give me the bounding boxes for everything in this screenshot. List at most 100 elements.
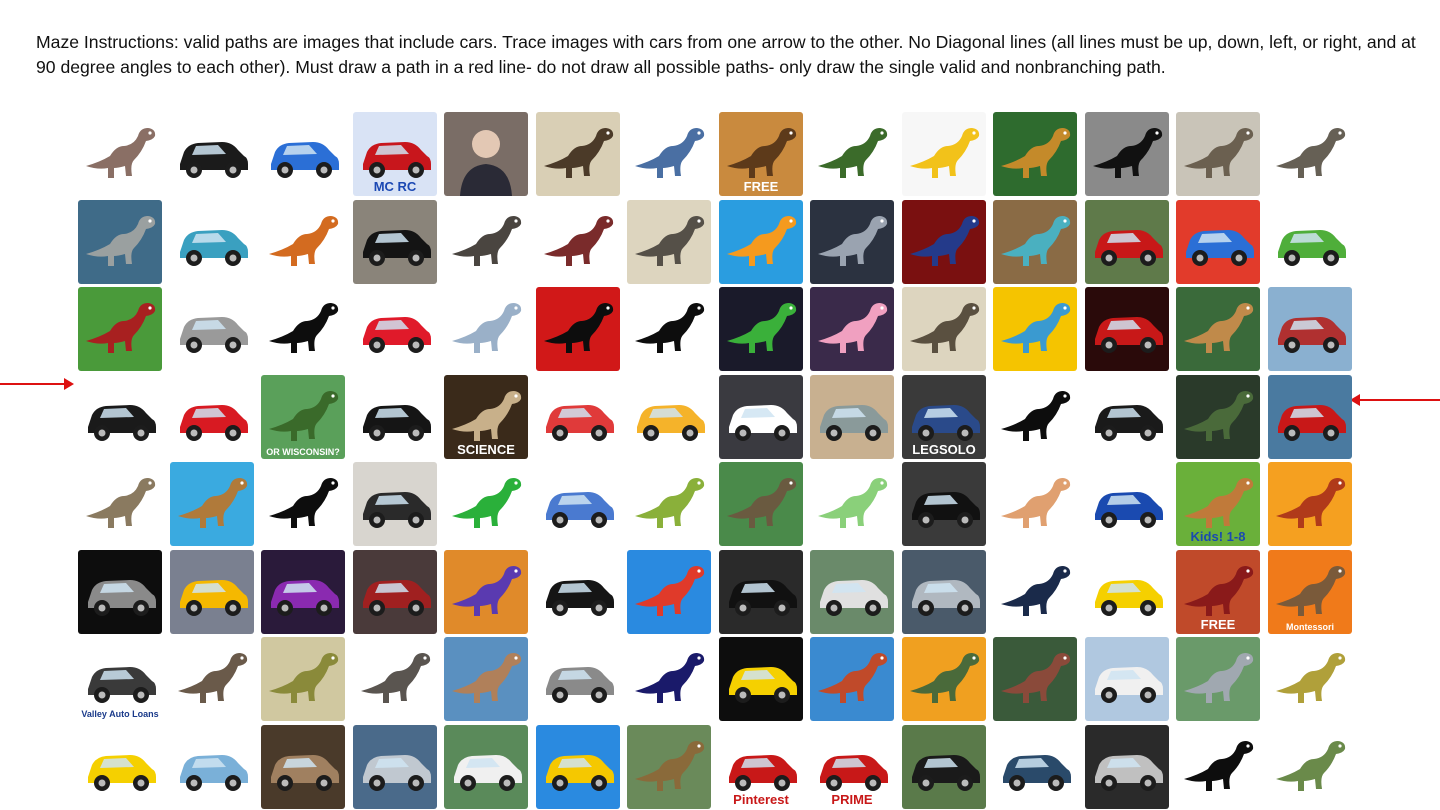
- dinosaur-tile-r0-c10[interactable]: [993, 112, 1077, 196]
- dinosaur-tile-r6-c3[interactable]: [353, 637, 437, 721]
- car-tile-r7-c3[interactable]: [353, 725, 437, 809]
- car-tile-r2-c3[interactable]: [353, 287, 437, 371]
- dinosaur-tile-r1-c2[interactable]: [261, 200, 345, 284]
- car-tile-r1-c13[interactable]: [1268, 200, 1352, 284]
- car-tile-r5-c1[interactable]: [170, 550, 254, 634]
- car-tile-r4-c9[interactable]: [902, 462, 986, 546]
- dinosaur-tile-r6-c13[interactable]: [1268, 637, 1352, 721]
- dinosaur-tile-r0-c0[interactable]: [78, 112, 162, 196]
- dinosaur-tile-r5-c13[interactable]: Montessori: [1268, 550, 1352, 634]
- dinosaur-tile-r4-c13[interactable]: [1268, 462, 1352, 546]
- dinosaur-tile-r2-c2[interactable]: [261, 287, 345, 371]
- dinosaur-tile-r3-c10[interactable]: [993, 375, 1077, 459]
- car-tile-r6-c5[interactable]: [536, 637, 620, 721]
- car-tile-r1-c12[interactable]: [1176, 200, 1260, 284]
- dinosaur-tile-r7-c13[interactable]: [1268, 725, 1352, 809]
- car-tile-r5-c5[interactable]: [536, 550, 620, 634]
- car-tile-r1-c3[interactable]: [353, 200, 437, 284]
- dinosaur-tile-r6-c6[interactable]: [627, 637, 711, 721]
- dinosaur-tile-r2-c10[interactable]: [993, 287, 1077, 371]
- dinosaur-tile-r0-c11[interactable]: [1085, 112, 1169, 196]
- car-tile-r3-c9[interactable]: LEGSOLO: [902, 375, 986, 459]
- car-tile-r5-c9[interactable]: [902, 550, 986, 634]
- car-tile-r3-c7[interactable]: [719, 375, 803, 459]
- car-tile-r5-c2[interactable]: [261, 550, 345, 634]
- dinosaur-tile-r1-c10[interactable]: [993, 200, 1077, 284]
- car-tile-r3-c6[interactable]: [627, 375, 711, 459]
- dinosaur-tile-r6-c9[interactable]: [902, 637, 986, 721]
- dinosaur-tile-r0-c7[interactable]: FREE: [719, 112, 803, 196]
- dinosaur-tile-r6-c1[interactable]: [170, 637, 254, 721]
- dinosaur-tile-r1-c8[interactable]: [810, 200, 894, 284]
- dinosaur-tile-r0-c12[interactable]: [1176, 112, 1260, 196]
- dinosaur-tile-r4-c12[interactable]: Kids! 1-8: [1176, 462, 1260, 546]
- dinosaur-tile-r2-c7[interactable]: [719, 287, 803, 371]
- car-tile-r7-c10[interactable]: [993, 725, 1077, 809]
- car-tile-r7-c11[interactable]: [1085, 725, 1169, 809]
- car-tile-r7-c8[interactable]: PRIME: [810, 725, 894, 809]
- car-tile-r3-c0[interactable]: [78, 375, 162, 459]
- car-tile-r4-c11[interactable]: [1085, 462, 1169, 546]
- car-tile-r5-c8[interactable]: [810, 550, 894, 634]
- car-tile-r0-c2[interactable]: [261, 112, 345, 196]
- dinosaur-tile-r6-c8[interactable]: [810, 637, 894, 721]
- car-tile-r2-c13[interactable]: [1268, 287, 1352, 371]
- car-tile-r2-c11[interactable]: [1085, 287, 1169, 371]
- car-tile-r3-c13[interactable]: [1268, 375, 1352, 459]
- car-tile-r5-c11[interactable]: [1085, 550, 1169, 634]
- dinosaur-tile-r1-c0[interactable]: [78, 200, 162, 284]
- car-tile-r5-c7[interactable]: [719, 550, 803, 634]
- dinosaur-tile-r1-c4[interactable]: [444, 200, 528, 284]
- dinosaur-tile-r2-c9[interactable]: [902, 287, 986, 371]
- car-tile-r3-c11[interactable]: [1085, 375, 1169, 459]
- car-tile-r5-c3[interactable]: [353, 550, 437, 634]
- dinosaur-tile-r0-c13[interactable]: [1268, 112, 1352, 196]
- car-tile-r2-c1[interactable]: [170, 287, 254, 371]
- dinosaur-tile-r3-c12[interactable]: [1176, 375, 1260, 459]
- car-tile-r3-c3[interactable]: [353, 375, 437, 459]
- dinosaur-tile-r0-c5[interactable]: [536, 112, 620, 196]
- dinosaur-tile-r4-c7[interactable]: [719, 462, 803, 546]
- dinosaur-tile-r7-c6[interactable]: [627, 725, 711, 809]
- dinosaur-tile-r6-c10[interactable]: [993, 637, 1077, 721]
- dinosaur-tile-r1-c6[interactable]: [627, 200, 711, 284]
- dinosaur-tile-r2-c8[interactable]: [810, 287, 894, 371]
- dinosaur-tile-r6-c4[interactable]: [444, 637, 528, 721]
- dinosaur-tile-r4-c1[interactable]: [170, 462, 254, 546]
- car-tile-r3-c1[interactable]: [170, 375, 254, 459]
- car-tile-r6-c7[interactable]: [719, 637, 803, 721]
- dinosaur-tile-r5-c6[interactable]: [627, 550, 711, 634]
- dinosaur-tile-r2-c0[interactable]: [78, 287, 162, 371]
- car-tile-r0-c1[interactable]: [170, 112, 254, 196]
- car-tile-r3-c8[interactable]: [810, 375, 894, 459]
- dinosaur-tile-r0-c9[interactable]: [902, 112, 986, 196]
- car-tile-r1-c11[interactable]: [1085, 200, 1169, 284]
- car-tile-r5-c0[interactable]: [78, 550, 162, 634]
- car-tile-r6-c11[interactable]: [1085, 637, 1169, 721]
- car-tile-r7-c2[interactable]: [261, 725, 345, 809]
- dinosaur-tile-r2-c6[interactable]: [627, 287, 711, 371]
- dinosaur-tile-r5-c12[interactable]: FREE: [1176, 550, 1260, 634]
- car-tile-r7-c4[interactable]: [444, 725, 528, 809]
- car-tile-r6-c0[interactable]: Valley Auto Loans: [78, 637, 162, 721]
- car-tile-r0-c3[interactable]: MC RC: [353, 112, 437, 196]
- dinosaur-tile-r3-c4[interactable]: SCIENCE: [444, 375, 528, 459]
- car-tile-r7-c7[interactable]: Pinterest: [719, 725, 803, 809]
- dinosaur-tile-r5-c4[interactable]: [444, 550, 528, 634]
- dinosaur-tile-r2-c4[interactable]: [444, 287, 528, 371]
- car-tile-r7-c5[interactable]: [536, 725, 620, 809]
- dinosaur-tile-r4-c4[interactable]: [444, 462, 528, 546]
- dinosaur-tile-r6-c12[interactable]: [1176, 637, 1260, 721]
- dinosaur-tile-r4-c8[interactable]: [810, 462, 894, 546]
- car-tile-r7-c1[interactable]: [170, 725, 254, 809]
- car-tile-r7-c0[interactable]: [78, 725, 162, 809]
- car-tile-r3-c5[interactable]: [536, 375, 620, 459]
- dinosaur-tile-r2-c12[interactable]: [1176, 287, 1260, 371]
- dinosaur-tile-r1-c7[interactable]: [719, 200, 803, 284]
- dinosaur-tile-r4-c2[interactable]: [261, 462, 345, 546]
- dinosaur-tile-r0-c6[interactable]: [627, 112, 711, 196]
- dinosaur-tile-r1-c5[interactable]: [536, 200, 620, 284]
- dinosaur-tile-r0-c8[interactable]: [810, 112, 894, 196]
- dinosaur-tile-r4-c0[interactable]: [78, 462, 162, 546]
- car-tile-r4-c3[interactable]: [353, 462, 437, 546]
